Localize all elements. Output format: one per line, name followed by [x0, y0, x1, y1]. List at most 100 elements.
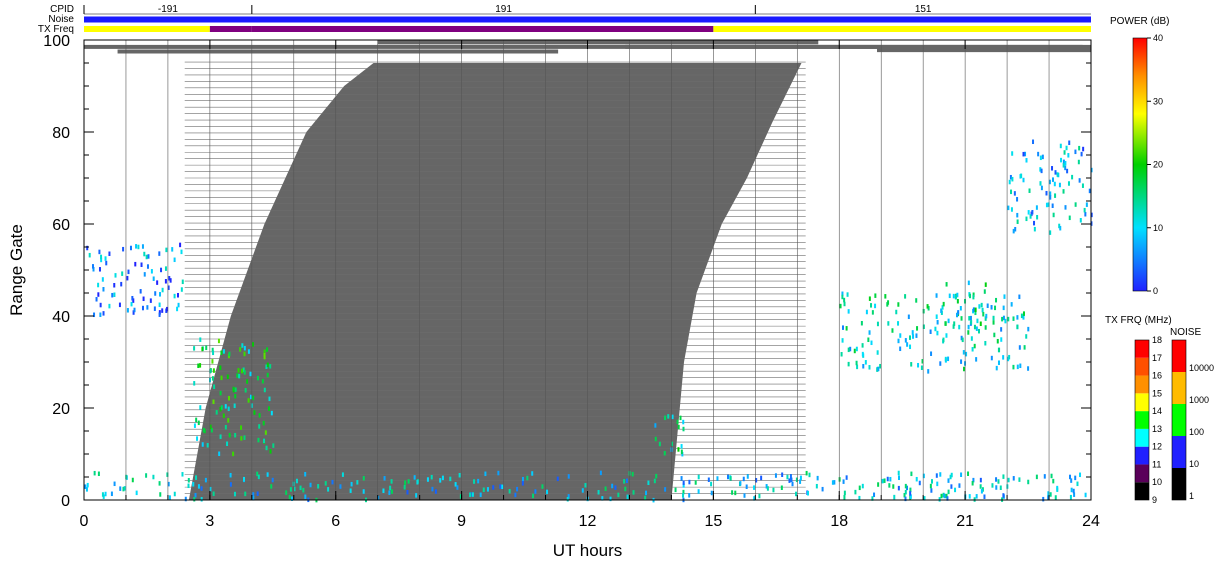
echo-cell: [486, 487, 489, 492]
echo-cell: [898, 475, 901, 481]
echo-cell: [265, 445, 268, 451]
echo-cell: [356, 480, 359, 485]
echo-cell: [258, 413, 261, 418]
echo-cell: [266, 372, 269, 378]
echo-cell: [253, 410, 256, 415]
txfreq-tick-label: 9: [1152, 495, 1157, 505]
echo-cell: [864, 360, 867, 365]
echo-cell: [899, 346, 902, 352]
echo-cell: [1008, 354, 1011, 360]
echo-cell: [200, 486, 203, 491]
echo-cell: [129, 245, 132, 251]
echo-cell: [102, 311, 105, 316]
echo-cell: [156, 280, 159, 285]
echo-cell: [122, 486, 125, 492]
echo-cell: [531, 493, 534, 499]
echo-cell: [1011, 151, 1014, 156]
echo-cell: [1012, 316, 1015, 321]
echo-cell: [193, 496, 196, 502]
echo-cell: [226, 441, 229, 446]
echo-cell: [95, 297, 98, 302]
echo-cell: [1058, 182, 1061, 188]
echo-cell: [979, 321, 982, 326]
echo-cell: [1064, 205, 1067, 210]
echo-cell: [786, 474, 789, 480]
echo-cell: [234, 432, 237, 438]
echo-cell: [197, 363, 200, 369]
echo-cell: [1016, 219, 1019, 224]
echo-cell: [845, 475, 848, 480]
echo-cell: [710, 481, 713, 487]
echo-cell: [904, 294, 907, 299]
y-tick-label: 80: [52, 125, 70, 142]
echo-cell: [1084, 211, 1087, 217]
echo-cell: [234, 387, 237, 392]
echo-cell: [209, 368, 212, 374]
x-tick-label: 21: [956, 513, 974, 530]
echo-cell: [147, 254, 150, 259]
echo-cell: [1067, 153, 1070, 158]
echo-cell: [625, 478, 628, 484]
echo-cell: [227, 406, 230, 412]
echo-cell: [389, 485, 392, 491]
x-tick-label: 15: [704, 513, 722, 530]
echo-cell: [1008, 179, 1011, 185]
echo-cell: [431, 486, 434, 492]
echo-cell: [91, 264, 94, 269]
echo-cell: [98, 267, 101, 272]
echo-cell: [173, 293, 176, 299]
echo-cell: [815, 483, 818, 489]
echo-cell: [1042, 496, 1045, 502]
echo-cell: [936, 481, 939, 487]
echo-cell: [935, 314, 938, 319]
echo-cell: [853, 348, 856, 354]
txfreq-tick-label: 13: [1152, 424, 1162, 434]
echo-cell: [1031, 209, 1034, 215]
echo-cell: [217, 338, 220, 344]
echo-cell: [1068, 215, 1071, 221]
echo-cell: [789, 474, 792, 479]
y-tick-label: 0: [61, 493, 70, 510]
echo-cell: [84, 484, 87, 489]
echo-cell: [499, 484, 502, 489]
echo-cell: [181, 279, 184, 285]
echo-cell: [219, 434, 222, 439]
x-tick-label: 9: [457, 513, 466, 530]
echo-cell: [1052, 478, 1055, 484]
echo-cell: [614, 485, 617, 490]
echo-cell: [996, 338, 999, 344]
echo-cell: [149, 298, 152, 303]
echo-cell: [943, 493, 946, 499]
echo-cell: [805, 470, 808, 476]
echo-cell: [199, 337, 202, 342]
echo-cell: [799, 475, 802, 481]
echo-cell: [252, 395, 255, 401]
echo-cell: [772, 487, 775, 493]
echo-cell: [1056, 172, 1059, 177]
echo-cell: [212, 350, 215, 356]
echo-cell: [1039, 181, 1042, 186]
echo-cell: [454, 482, 457, 487]
echo-cell: [677, 447, 680, 452]
echo-cell: [219, 365, 222, 371]
echo-cell: [891, 328, 894, 333]
echo-cell: [257, 437, 260, 443]
echo-cell: [263, 354, 266, 360]
echo-cell: [258, 424, 261, 429]
echo-cell: [105, 260, 108, 266]
echo-cell: [760, 475, 763, 481]
echo-cell: [889, 476, 892, 482]
echo-cell: [897, 302, 900, 307]
echo-cell: [647, 480, 650, 486]
echo-cell: [927, 369, 930, 374]
echo-cell: [388, 490, 391, 495]
echo-cell: [120, 281, 123, 287]
echo-cell: [945, 282, 948, 287]
echo-cell: [632, 490, 635, 495]
echo-cell: [521, 481, 524, 486]
echo-cell: [102, 287, 105, 292]
echo-cell: [1078, 178, 1081, 183]
echo-cell: [870, 303, 873, 308]
echo-cell: [868, 296, 871, 301]
echo-cell: [153, 306, 156, 311]
